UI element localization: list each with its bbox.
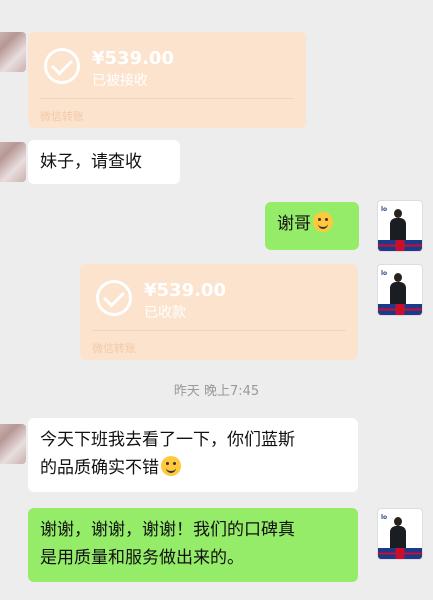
- contact-avatar[interactable]: [0, 424, 26, 464]
- divider: [40, 98, 294, 99]
- message-text: 谢哥: [277, 214, 311, 234]
- transfer-status: 已被接收: [92, 73, 148, 89]
- check-circle-icon: [96, 280, 132, 316]
- transfer-card-received[interactable]: ¥539.00 已被接收 微信转账: [28, 32, 306, 128]
- message-text-line: 的品质确实不错: [40, 458, 159, 478]
- transfer-amount: ¥539.00: [144, 280, 226, 301]
- self-avatar[interactable]: lo: [377, 200, 423, 252]
- message-text-line: 是用质量和服务做出来的。: [40, 548, 244, 568]
- grin-emoji-icon: [313, 212, 333, 232]
- self-avatar[interactable]: lo: [377, 508, 423, 560]
- timestamp: 昨天 晚上7:45: [173, 384, 260, 399]
- message-text: 妹子，请查收: [40, 152, 142, 172]
- smile-emoji-icon: [161, 456, 181, 476]
- transfer-footer: 微信转账: [92, 342, 136, 355]
- message-bubble[interactable]: 谢谢，谢谢，谢谢！我们的口碑真 是用质量和服务做出来的。: [28, 508, 358, 582]
- divider: [92, 330, 346, 331]
- transfer-status: 已收款: [144, 305, 186, 321]
- transfer-card-collected[interactable]: ¥539.00 已收款 微信转账: [80, 264, 358, 360]
- message-text-line: 今天下班我去看了一下，你们蓝斯: [40, 430, 295, 450]
- check-circle-icon: [44, 48, 80, 84]
- self-avatar[interactable]: lo: [377, 264, 423, 316]
- transfer-amount: ¥539.00: [92, 48, 174, 69]
- contact-avatar[interactable]: [0, 142, 26, 182]
- message-bubble[interactable]: 今天下班我去看了一下，你们蓝斯 的品质确实不错: [28, 418, 358, 492]
- transfer-footer: 微信转账: [40, 110, 84, 123]
- message-bubble[interactable]: 妹子，请查收: [28, 140, 180, 184]
- message-text-line: 谢谢，谢谢，谢谢！我们的口碑真: [40, 520, 295, 540]
- contact-avatar[interactable]: [0, 32, 26, 72]
- message-bubble[interactable]: 谢哥: [265, 202, 359, 250]
